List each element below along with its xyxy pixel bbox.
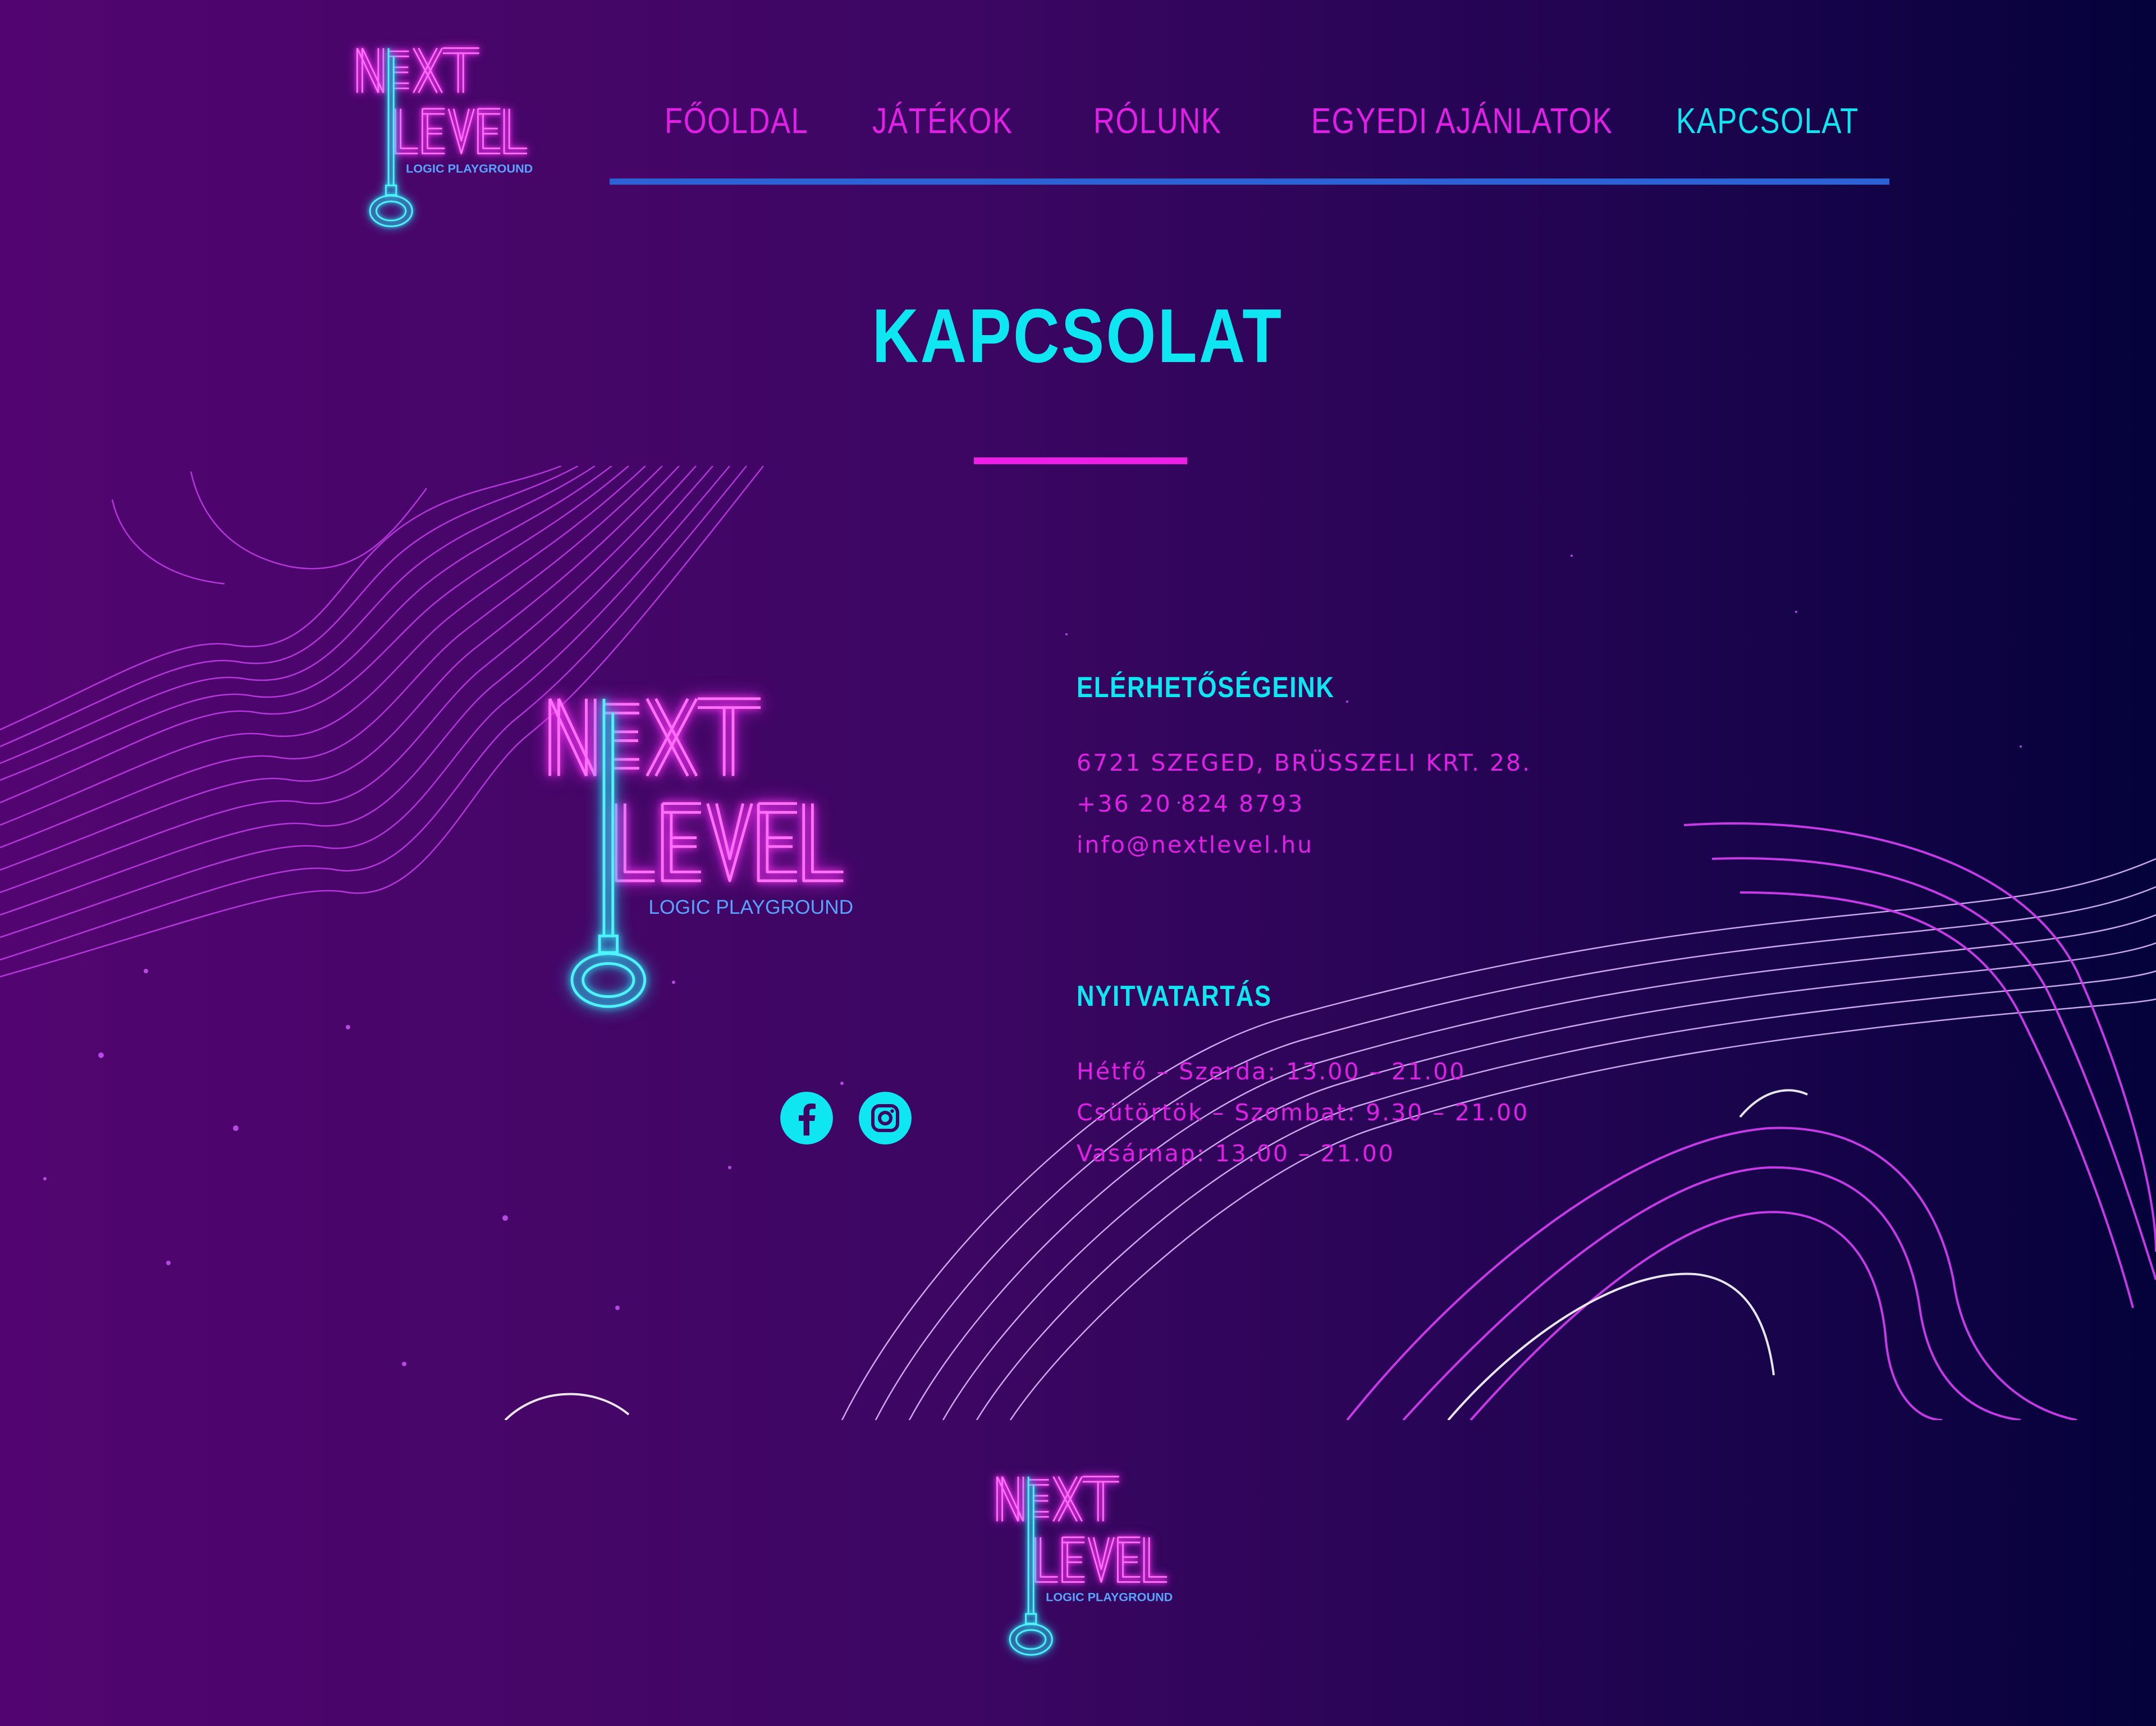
hours-line: Csütörtök – Szombat: 9.30 – 21.00 xyxy=(1077,1099,1530,1126)
hours-line: Vasárnap: 13.00 – 21.00 xyxy=(1077,1140,1395,1167)
hours-heading: NYITVATARTÁS xyxy=(1077,980,1272,1013)
main-nav: FŐOLDAL JÁTÉKOK RÓLUNK EGYEDI AJÁNLATOK … xyxy=(610,84,1889,157)
contact-heading: ELÉRHETŐSÉGEINK xyxy=(1077,671,1335,704)
page-title: KAPCSOLAT xyxy=(0,292,2156,379)
page-title-text: KAPCSOLAT xyxy=(872,293,1284,378)
nav-item-kapcsolat[interactable]: KAPCSOLAT xyxy=(1676,84,1859,157)
footer-logo[interactable]: LOGIC PLAYGROUND xyxy=(954,1473,1212,1659)
instagram-icon[interactable] xyxy=(859,1092,912,1144)
facebook-icon[interactable] xyxy=(780,1092,833,1144)
nav-item-jatekok[interactable]: JÁTÉKOK xyxy=(872,84,1013,157)
nav-underline xyxy=(610,178,1889,185)
contact-email[interactable]: info@nextlevel.hu xyxy=(1077,831,1313,858)
nav-item-egyedi-ajanlatok[interactable]: EGYEDI AJÁNLATOK xyxy=(1311,84,1613,157)
contact-phone[interactable]: +36 20 824 8793 xyxy=(1077,790,1304,817)
main-logo: LOGIC PLAYGROUND xyxy=(480,693,853,1013)
contour-waves-background xyxy=(0,466,2156,1420)
header-logo-tagline: LOGIC PLAYGROUND xyxy=(406,162,533,176)
title-underline xyxy=(974,457,1187,464)
nav-item-fooldal[interactable]: FŐOLDAL xyxy=(665,84,808,157)
nav-item-rolunk[interactable]: RÓLUNK xyxy=(1093,84,1222,157)
hours-line: Hétfő – Szerda: 13.00 – 21.00 xyxy=(1077,1058,1466,1085)
footer-logo-tagline: LOGIC PLAYGROUND xyxy=(1046,1590,1173,1604)
main-logo-tagline: LOGIC PLAYGROUND xyxy=(648,896,853,918)
contact-address: 6721 SZEGED, BRÜSSZELI KRT. 28. xyxy=(1077,749,1532,776)
header-logo[interactable]: LOGIC PLAYGROUND xyxy=(314,45,573,230)
